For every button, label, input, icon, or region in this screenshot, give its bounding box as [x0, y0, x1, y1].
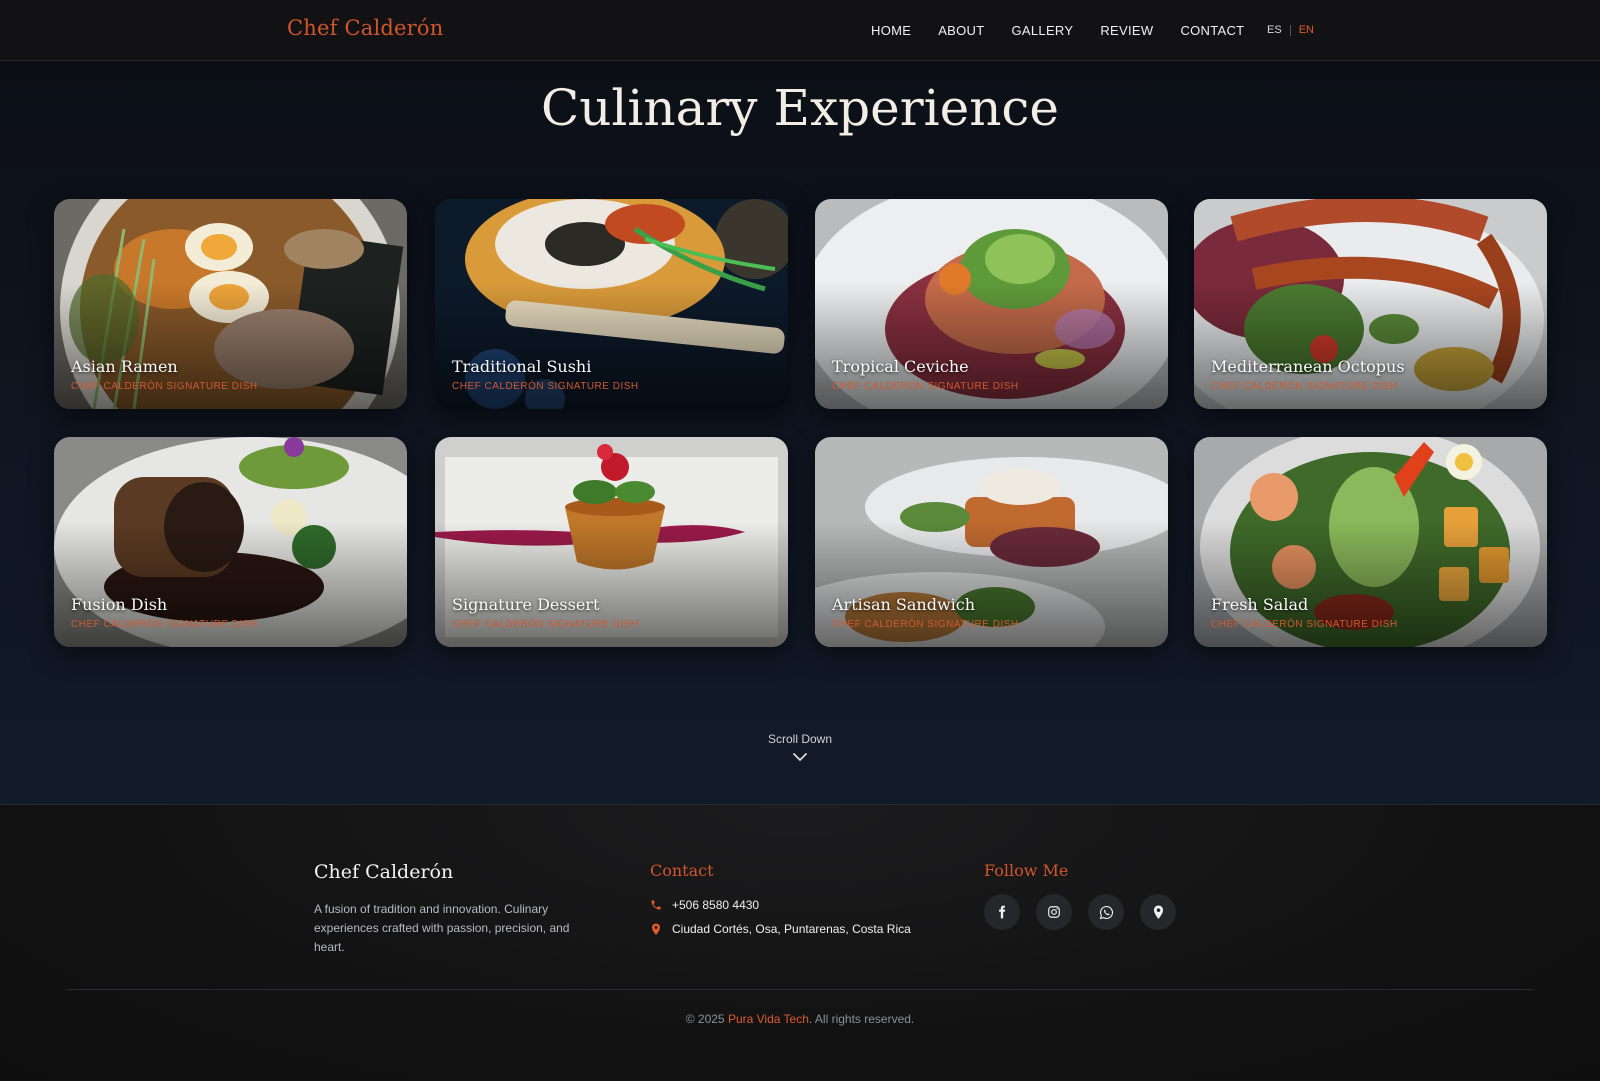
dish-subtitle: CHEF CALDERÓN SIGNATURE DISH: [832, 381, 1019, 392]
facebook-icon: [999, 905, 1006, 919]
card-shade: [815, 199, 1168, 409]
social-links: [984, 894, 1176, 930]
footer-brand: Chef Calderón: [314, 861, 454, 883]
card-shade: [54, 199, 407, 409]
dish-card-traditional-sushi[interactable]: Traditional Sushi CHEF CALDERÓN SIGNATUR…: [435, 199, 788, 409]
footer-description: A fusion of tradition and innovation. Cu…: [314, 902, 570, 954]
dish-card-artisan-sandwich[interactable]: Artisan Sandwich CHEF CALDERÓN SIGNATURE…: [815, 437, 1168, 647]
contact-phone[interactable]: +506 8580 4430: [650, 898, 759, 912]
dish-title: Artisan Sandwich: [832, 595, 976, 614]
nav-review-link[interactable]: REVIEW: [1100, 23, 1153, 38]
nav-links: HOME ABOUT GALLERY REVIEW CONTACT: [871, 23, 1244, 38]
card-shade: [1194, 437, 1547, 647]
dish-card-mediterranean-octopus[interactable]: Mediterranean Octopus CHEF CALDERÓN SIGN…: [1194, 199, 1547, 409]
nav-about-link[interactable]: ABOUT: [938, 23, 984, 38]
nav-home-link[interactable]: HOME: [871, 23, 911, 38]
dish-title: Fusion Dish: [71, 595, 168, 614]
top-nav: Chef Calderón HOME ABOUT GALLERY REVIEW …: [0, 0, 1600, 61]
dish-subtitle: CHEF CALDERÓN SIGNATURE DISH: [71, 619, 258, 630]
copyright-prefix: © 2025: [685, 1012, 728, 1026]
dish-card-fresh-salad[interactable]: Fresh Salad CHEF CALDERÓN SIGNATURE DISH: [1194, 437, 1547, 647]
instagram-icon: [1048, 906, 1060, 918]
dish-title: Traditional Sushi: [452, 357, 592, 376]
card-shade: [435, 437, 788, 647]
map-pin-icon: [652, 923, 660, 935]
dish-subtitle: CHEF CALDERÓN SIGNATURE DISH: [1211, 619, 1398, 630]
site-footer: Chef Calderón A fusion of tradition and …: [0, 804, 1600, 1081]
nav-contact-link[interactable]: CONTACT: [1180, 23, 1244, 38]
dish-card-fusion-dish[interactable]: Fusion Dish CHEF CALDERÓN SIGNATURE DISH: [54, 437, 407, 647]
page-title: Culinary Experience: [540, 79, 1060, 137]
scroll-down-label: Scroll Down: [767, 732, 833, 746]
instagram-button[interactable]: [1036, 894, 1072, 930]
dish-subtitle: CHEF CALDERÓN SIGNATURE DISH: [71, 381, 258, 392]
dish-card-asian-ramen[interactable]: Asian Ramen CHEF CALDERÓN SIGNATURE DISH: [54, 199, 407, 409]
copyright: © 2025 Pura Vida Tech. All rights reserv…: [0, 1012, 1600, 1026]
lang-en-button[interactable]: EN: [1299, 24, 1314, 36]
gallery-section: Culinary Experience Asian Ramen CHEF CAL…: [0, 61, 1600, 804]
card-shade: [1194, 199, 1547, 409]
dish-subtitle: CHEF CALDERÓN SIGNATURE DISH: [452, 619, 639, 630]
dish-subtitle: CHEF CALDERÓN SIGNATURE DISH: [452, 381, 639, 392]
location-button[interactable]: [1140, 894, 1176, 930]
chevron-down-icon: [793, 753, 807, 761]
contact-address[interactable]: Ciudad Cortés, Osa, Puntarenas, Costa Ri…: [650, 922, 911, 936]
lang-divider: [1289, 24, 1291, 36]
dish-subtitle: CHEF CALDERÓN SIGNATURE DISH: [832, 619, 1019, 630]
phone-number: +506 8580 4430: [672, 898, 760, 912]
location-icon: [1153, 905, 1163, 919]
lang-es-button[interactable]: ES: [1267, 24, 1282, 36]
dish-title: Signature Dessert: [452, 595, 600, 614]
dish-card-signature-dessert[interactable]: Signature Dessert CHEF CALDERÓN SIGNATUR…: [435, 437, 788, 647]
card-shade: [815, 437, 1168, 647]
whatsapp-icon: [1099, 905, 1113, 919]
facebook-button[interactable]: [984, 894, 1020, 930]
dish-title: Asian Ramen: [71, 357, 178, 376]
dish-title: Tropical Ceviche: [832, 357, 969, 376]
language-switcher: ES EN: [1267, 24, 1314, 36]
contact-heading: Contact: [650, 861, 714, 880]
dish-title: Fresh Salad: [1211, 595, 1309, 614]
card-shade: [54, 437, 407, 647]
card-shade: [435, 199, 788, 409]
copyright-brand-link[interactable]: Pura Vida Tech: [728, 1012, 809, 1026]
follow-heading: Follow Me: [984, 861, 1069, 880]
dish-title: Mediterranean Octopus: [1211, 357, 1405, 376]
copyright-suffix: . All rights reserved.: [808, 1012, 915, 1026]
scroll-down-indicator[interactable]: Scroll Down: [0, 732, 1600, 762]
brand-logo[interactable]: Chef Calderón: [287, 16, 443, 40]
dish-card-tropical-ceviche[interactable]: Tropical Ceviche CHEF CALDERÓN SIGNATURE…: [815, 199, 1168, 409]
whatsapp-button[interactable]: [1088, 894, 1124, 930]
nav-gallery-link[interactable]: GALLERY: [1012, 23, 1074, 38]
address-text: Ciudad Cortés, Osa, Puntarenas, Costa Ri…: [672, 922, 911, 936]
phone-icon: [651, 900, 661, 910]
dish-subtitle: CHEF CALDERÓN SIGNATURE DISH: [1211, 381, 1398, 392]
footer-divider: [67, 989, 1533, 990]
